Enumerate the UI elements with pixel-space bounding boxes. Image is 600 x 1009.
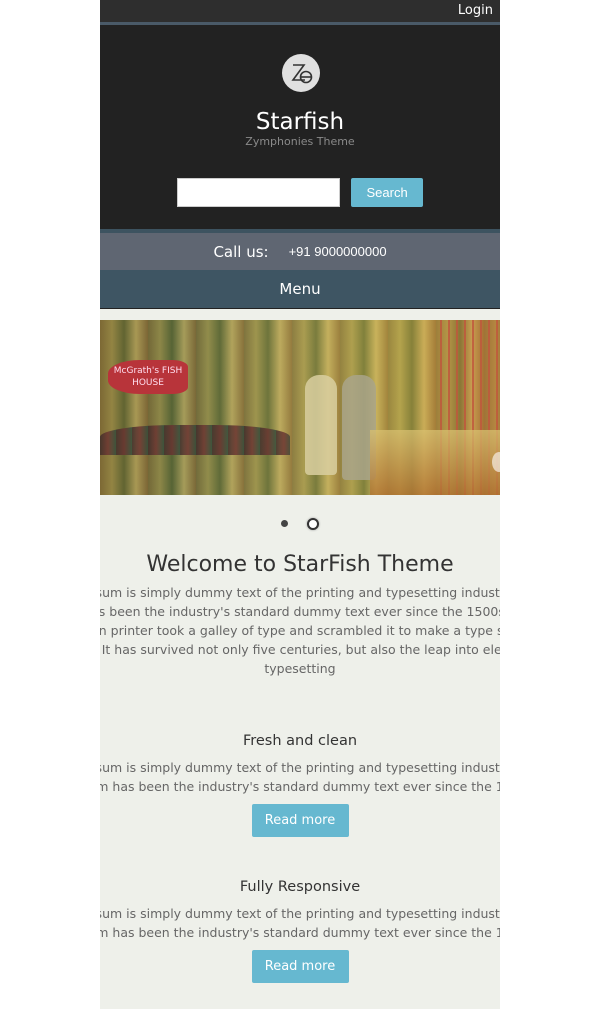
top-bar: Login [100,0,500,25]
site-title[interactable]: Starfish [100,109,500,135]
slider-pager [100,513,500,532]
read-more-button[interactable]: Read more [251,950,349,983]
feature-block: Fresh and clean psum is simply dummy tex… [100,733,500,837]
page: Login Starfish Zymphonies Theme Search C… [100,0,500,1009]
slide-overlay [370,430,500,495]
feature-body: psum is simply dummy text of the printin… [100,906,500,940]
search-button[interactable]: Search [351,178,424,207]
site-tagline: Zymphonies Theme [245,135,355,148]
slide-umbrella [100,425,290,455]
feature-title: Fully Responsive [239,879,361,895]
call-label: Call us: [213,242,269,261]
slide-figure [305,375,337,475]
feature-title: Fresh and clean [242,733,358,749]
feature-block: Fully Responsive psum is simply dummy te… [100,879,500,983]
image-slider: McGrath's FISH HOUSE [100,320,500,495]
phone-number: +91 9000000000 [288,244,387,259]
site-header: Starfish Zymphonies Theme Search [100,25,500,229]
slider-dot-1[interactable] [280,520,288,527]
login-link[interactable]: Login [458,3,493,18]
welcome-title: Welcome to StarFish Theme [146,552,454,577]
welcome-section: Welcome to StarFish Theme psum is simply… [100,552,500,678]
contact-bar: Call us: +91 9000000000 [100,233,500,270]
search-input[interactable] [177,178,340,207]
slider-dot-2[interactable] [307,517,320,530]
zymphonies-logo-icon[interactable] [282,54,320,92]
feature-body: psum is simply dummy text of the printin… [100,760,500,794]
slide-sign: McGrath's FISH HOUSE [108,360,188,394]
welcome-body: psum is simply dummy text of the printin… [100,585,500,676]
slider-next-arrow-icon[interactable] [492,452,500,472]
menu-toggle[interactable]: Menu [100,270,500,309]
search-form: Search [177,178,424,207]
read-more-button[interactable]: Read more [251,804,349,837]
